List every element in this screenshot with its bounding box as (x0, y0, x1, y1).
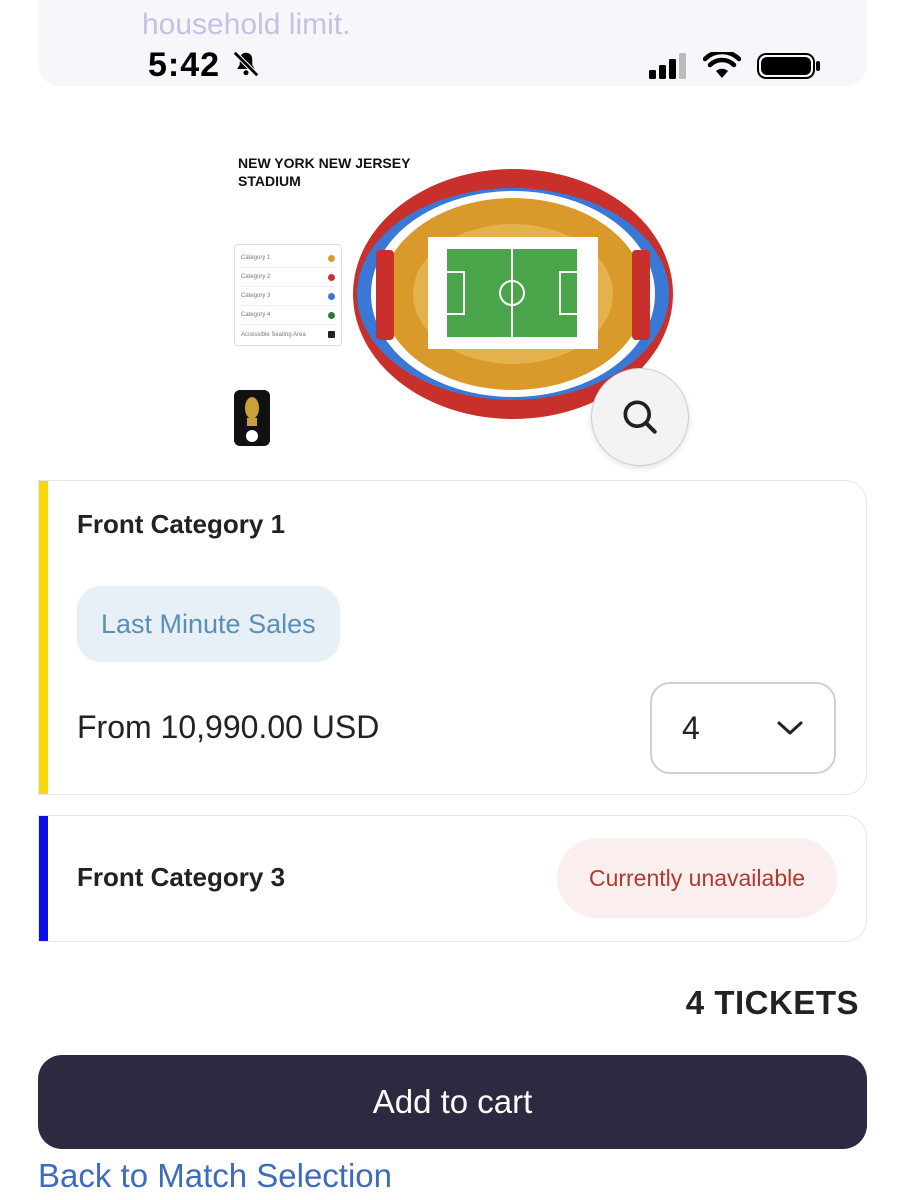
status-time-text: 5:42 (148, 46, 221, 84)
status-time: 5:42 (148, 46, 261, 85)
category-accent-bar (39, 481, 48, 794)
back-to-match-selection-link[interactable]: Back to Match Selection (38, 1157, 392, 1195)
banner-text: household limit. (142, 8, 351, 41)
wifi-icon (703, 52, 741, 78)
legend-item: Accessible Seating Area (241, 325, 335, 344)
category-title: Front Category 3 (77, 862, 286, 892)
legend-label: Category 1 (241, 255, 271, 261)
legend-label: Accessible Seating Area (241, 331, 306, 338)
quantity-value: 4 (682, 709, 700, 746)
category-accent-bar (39, 816, 48, 941)
legend-item: Category 4 (241, 306, 335, 325)
legend-dot-icon (328, 292, 335, 300)
search-icon (623, 400, 657, 434)
tickets-count: 4 TICKETS (685, 984, 859, 1021)
category-card: Front Category 3 Currently unavailable (38, 815, 867, 942)
fifa-world-cup-logo (234, 390, 270, 446)
map-legend: Category 1 Category 2 Category 3 Categor… (234, 244, 342, 346)
last-minute-sales-badge: Last Minute Sales (77, 586, 340, 662)
battery-icon (757, 53, 820, 79)
add-to-cart-button[interactable]: Add to cart (38, 1055, 867, 1149)
bell-slash-icon (232, 50, 259, 78)
legend-label: Category 4 (241, 312, 271, 318)
signal-icon (649, 53, 686, 79)
category-title: Front Category 1 (77, 509, 286, 539)
legend-item: Category 2 (241, 268, 335, 287)
legend-label: Category 3 (241, 293, 271, 299)
legend-dot-icon (328, 273, 335, 281)
accessible-icon (328, 331, 335, 338)
category-card[interactable]: Front Category 1 Last Minute Sales From … (38, 480, 867, 795)
notice-banner: household limit. 5:42 (38, 0, 867, 86)
legend-item: Category 1 (241, 249, 335, 268)
category-price: From 10,990.00 USD (77, 709, 380, 745)
status-icons (649, 52, 821, 80)
legend-item: Category 3 (241, 287, 335, 306)
chevron-down-icon (777, 721, 803, 735)
legend-dot-icon (328, 254, 335, 262)
legend-dot-icon (328, 311, 335, 319)
zoom-button[interactable] (591, 368, 689, 466)
legend-label: Category 2 (241, 274, 271, 280)
quantity-select[interactable]: 4 (650, 682, 836, 774)
unavailable-badge: Currently unavailable (557, 838, 837, 918)
